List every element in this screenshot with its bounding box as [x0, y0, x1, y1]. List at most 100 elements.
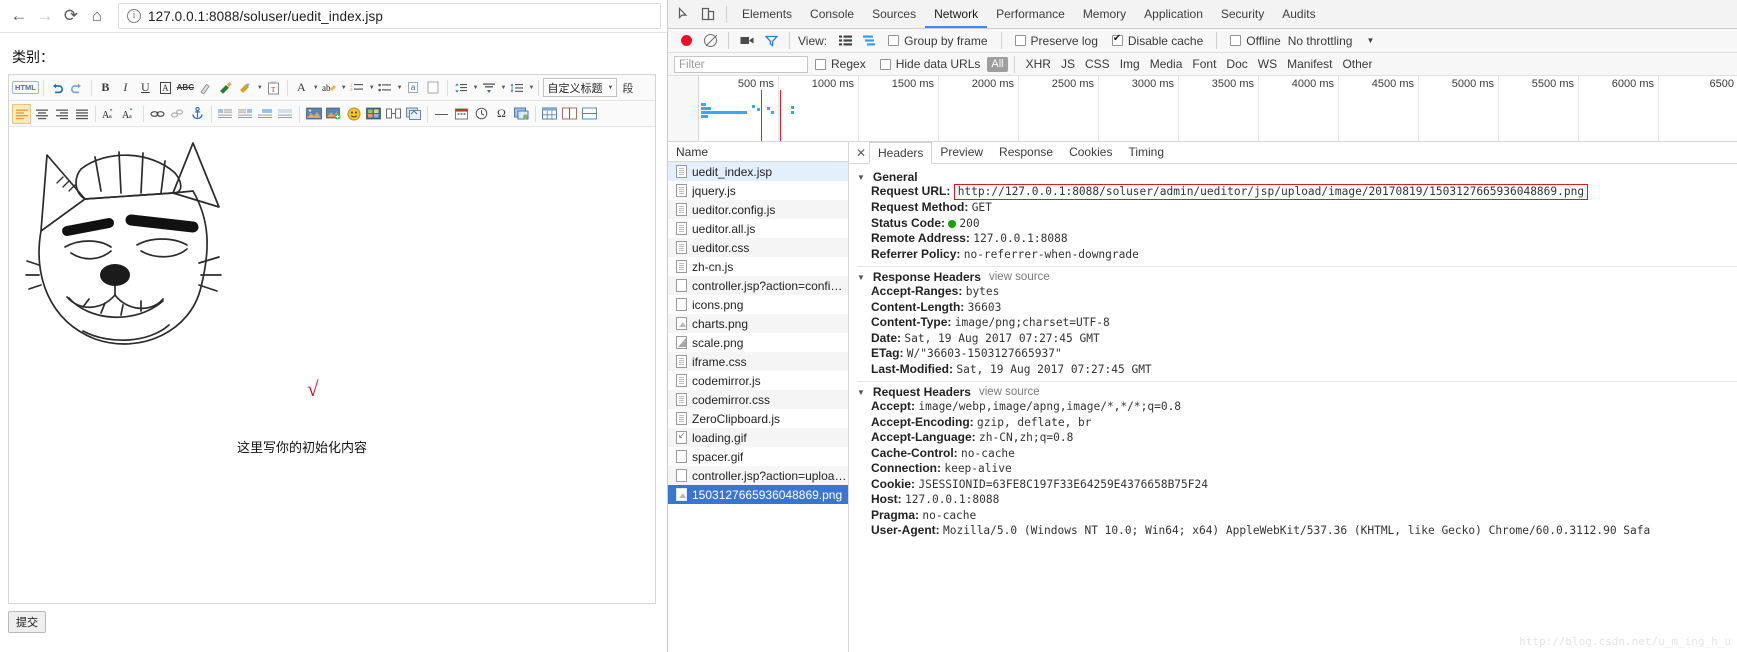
- submit-button[interactable]: 提交: [8, 611, 46, 633]
- para-spacing-button[interactable]: [480, 78, 499, 98]
- back-color-button[interactable]: ab: [320, 78, 339, 98]
- justify-button[interactable]: [276, 104, 295, 124]
- emoticon-button[interactable]: [344, 104, 363, 124]
- tab-cookies[interactable]: Cookies: [1061, 142, 1120, 163]
- merge-cells-button[interactable]: [560, 104, 579, 124]
- insert-image-button[interactable]: [304, 104, 323, 124]
- webapp-button[interactable]: [404, 104, 423, 124]
- clear-icon[interactable]: [698, 30, 722, 52]
- table-row[interactable]: ueditor.css: [668, 238, 848, 257]
- increase-font-size-button[interactable]: Aa: [100, 104, 119, 124]
- throttling-select[interactable]: No throttling: [1288, 34, 1353, 48]
- multi-image-upload-button[interactable]: [324, 104, 343, 124]
- table-row[interactable]: icons.png: [668, 295, 848, 314]
- tab-security[interactable]: Security: [1212, 0, 1273, 28]
- align-justify-button[interactable]: [72, 104, 91, 124]
- table-row[interactable]: jquery.js: [668, 181, 848, 200]
- table-row[interactable]: uedit_index.jsp: [668, 162, 848, 181]
- table-row[interactable]: controller.jsp?action=uploadi…: [668, 466, 848, 485]
- chevron-down-icon[interactable]: ▼: [1366, 36, 1374, 45]
- table-row[interactable]: codemirror.js: [668, 371, 848, 390]
- table-row[interactable]: charts.png: [668, 314, 848, 333]
- anchor-text-button[interactable]: a: [404, 78, 423, 98]
- filter-type-other[interactable]: Other: [1337, 57, 1377, 71]
- table-row[interactable]: codemirror.css: [668, 390, 848, 409]
- filter-type-img[interactable]: Img: [1115, 57, 1145, 71]
- filter-type-xhr[interactable]: XHR: [1021, 57, 1056, 71]
- table-row[interactable]: iframe.css: [668, 352, 848, 371]
- italic-button[interactable]: I: [116, 78, 135, 98]
- unordered-list-button[interactable]: [376, 78, 395, 98]
- chevron-down-icon[interactable]: ▼: [529, 85, 535, 91]
- heading-style-select[interactable]: 自定义标题 ▼: [543, 78, 618, 97]
- tab-console[interactable]: Console: [801, 0, 863, 28]
- bold-button[interactable]: B: [96, 78, 115, 98]
- tab-elements[interactable]: Elements: [733, 0, 801, 28]
- row-spacing-button[interactable]: [452, 78, 471, 98]
- view-source-link[interactable]: view source: [979, 386, 1040, 398]
- source-code-button[interactable]: HTML: [12, 78, 39, 98]
- chevron-down-icon[interactable]: ▼: [257, 85, 263, 91]
- home-icon[interactable]: ⌂: [84, 3, 110, 29]
- tab-application[interactable]: Application: [1135, 0, 1212, 28]
- record-button[interactable]: [674, 30, 698, 52]
- filter-type-media[interactable]: Media: [1145, 57, 1188, 71]
- filter-type-manifest[interactable]: Manifest: [1282, 57, 1337, 71]
- table-row[interactable]: loading.gif: [668, 428, 848, 447]
- filter-type-all[interactable]: All: [987, 56, 1008, 72]
- back-icon[interactable]: ←: [6, 3, 32, 29]
- screenshot-camera-icon[interactable]: [735, 30, 759, 52]
- unlink-button[interactable]: [168, 104, 187, 124]
- chevron-down-icon[interactable]: ▼: [501, 85, 507, 91]
- chevron-down-icon[interactable]: ▼: [473, 85, 479, 91]
- waterfall-view-icon[interactable]: [857, 30, 881, 52]
- table-row[interactable]: spacer.gif: [668, 447, 848, 466]
- timeline-body[interactable]: 500 ms 1000 ms 1500 ms 2000 ms 2500 ms 3…: [699, 76, 1737, 141]
- list-view-icon[interactable]: [833, 30, 857, 52]
- horizontal-rule-button[interactable]: —: [432, 104, 451, 124]
- tab-network[interactable]: Network: [925, 0, 987, 28]
- filter-input[interactable]: Filter: [674, 55, 808, 73]
- anchor-button[interactable]: [188, 104, 207, 124]
- filter-type-css[interactable]: CSS: [1080, 57, 1115, 71]
- indent-right-button[interactable]: [236, 104, 255, 124]
- preserve-log-checkbox[interactable]: Preserve log: [1014, 34, 1098, 48]
- line-height-button[interactable]: [508, 78, 527, 98]
- table-row[interactable]: controller.jsp?action=config&…: [668, 276, 848, 295]
- request-headers-title[interactable]: ▼ Request Headers view source: [849, 385, 1737, 399]
- table-row[interactable]: scale.png: [668, 333, 848, 352]
- blockquote-button[interactable]: [256, 104, 275, 124]
- ordered-list-button[interactable]: 12: [348, 78, 367, 98]
- tab-sources[interactable]: Sources: [863, 0, 925, 28]
- editor-canvas[interactable]: √ 这里写你的初始化内容: [9, 127, 655, 603]
- chevron-down-icon[interactable]: ▼: [397, 85, 403, 91]
- filter-type-font[interactable]: Font: [1187, 57, 1221, 71]
- insert-time-button[interactable]: [472, 104, 491, 124]
- background-button[interactable]: [512, 104, 531, 124]
- align-left-button[interactable]: [12, 103, 31, 124]
- tab-headers[interactable]: Headers: [869, 141, 933, 164]
- table-row[interactable]: zh-cn.js: [668, 257, 848, 276]
- link-button[interactable]: [148, 104, 167, 124]
- view-source-link[interactable]: view source: [989, 271, 1050, 283]
- table-row-selected[interactable]: 1503127665936048869.png: [668, 485, 848, 504]
- align-center-button[interactable]: [32, 104, 51, 124]
- snapscreen-button[interactable]: [384, 104, 403, 124]
- address-bar[interactable]: i 127.0.0.1:8088/soluser/uedit_index.jsp: [118, 3, 661, 29]
- align-right-button[interactable]: [52, 104, 71, 124]
- decrease-font-size-button[interactable]: Aa: [120, 104, 139, 124]
- device-toolbar-icon[interactable]: [696, 3, 720, 25]
- chevron-down-icon[interactable]: ▼: [313, 85, 319, 91]
- redo-button[interactable]: [68, 78, 87, 98]
- table-row[interactable]: ueditor.config.js: [668, 200, 848, 219]
- strikethrough-button[interactable]: ABC: [176, 78, 195, 98]
- tab-memory[interactable]: Memory: [1074, 0, 1135, 28]
- regex-checkbox[interactable]: Regex: [815, 57, 866, 71]
- tab-response[interactable]: Response: [991, 142, 1061, 163]
- split-cells-button[interactable]: [580, 104, 599, 124]
- undo-button[interactable]: [48, 78, 67, 98]
- page-break-button[interactable]: [424, 78, 443, 98]
- tab-performance[interactable]: Performance: [987, 0, 1074, 28]
- filter-type-ws[interactable]: WS: [1253, 57, 1282, 71]
- site-info-icon[interactable]: i: [127, 9, 141, 23]
